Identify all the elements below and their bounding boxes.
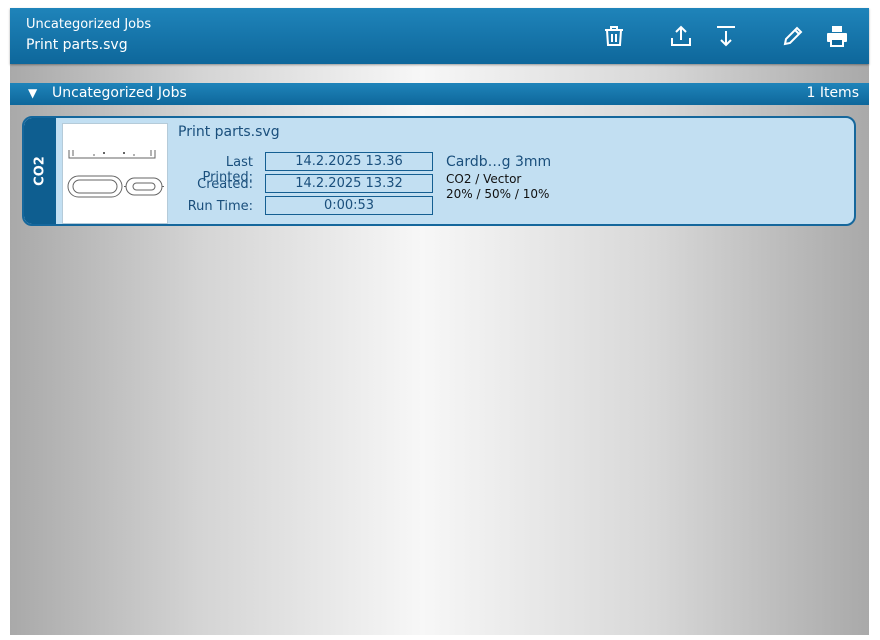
app-header: Uncategorized Jobs Print parts.svg	[10, 8, 869, 64]
job-name: Print parts.svg	[178, 124, 280, 140]
trash-icon	[605, 26, 623, 46]
material-name: Cardb…g 3mm	[446, 154, 552, 170]
header-subtitle: Uncategorized Jobs	[26, 17, 152, 32]
job-thumbnail	[62, 123, 168, 224]
printer-icon	[827, 26, 847, 47]
import-button[interactable]	[712, 22, 740, 50]
download-icon	[717, 26, 735, 47]
export-button[interactable]	[667, 22, 695, 50]
last-printed-value: 14.2.2025 13.36	[265, 152, 433, 171]
delete-button[interactable]	[600, 22, 628, 50]
collapse-triangle-icon[interactable]: ▼	[28, 86, 37, 100]
created-value: 14.2.2025 13.32	[265, 174, 433, 193]
laser-type-tab: CO2	[24, 118, 56, 224]
run-time-label: Run Time:	[187, 199, 253, 214]
group-header[interactable]: ▼ Uncategorized Jobs 1 Items	[10, 83, 869, 105]
edit-button[interactable]	[779, 22, 807, 50]
process-type: CO2 / Vector	[446, 172, 522, 186]
created-label: Created:	[197, 177, 253, 192]
group-name: Uncategorized Jobs	[52, 85, 187, 101]
print-button[interactable]	[823, 22, 851, 50]
group-item-count: 1 Items	[806, 85, 859, 101]
pencil-icon	[783, 26, 803, 46]
laser-type-label: CO2	[32, 156, 48, 186]
run-time-value: 0:00:53	[265, 196, 433, 215]
upload-icon	[671, 25, 691, 46]
job-card[interactable]: CO2 Print parts.svg Last Printed: 14.2.2…	[22, 116, 856, 226]
header-title: Print parts.svg	[26, 37, 128, 53]
process-parameters: 20% / 50% / 10%	[446, 187, 550, 201]
